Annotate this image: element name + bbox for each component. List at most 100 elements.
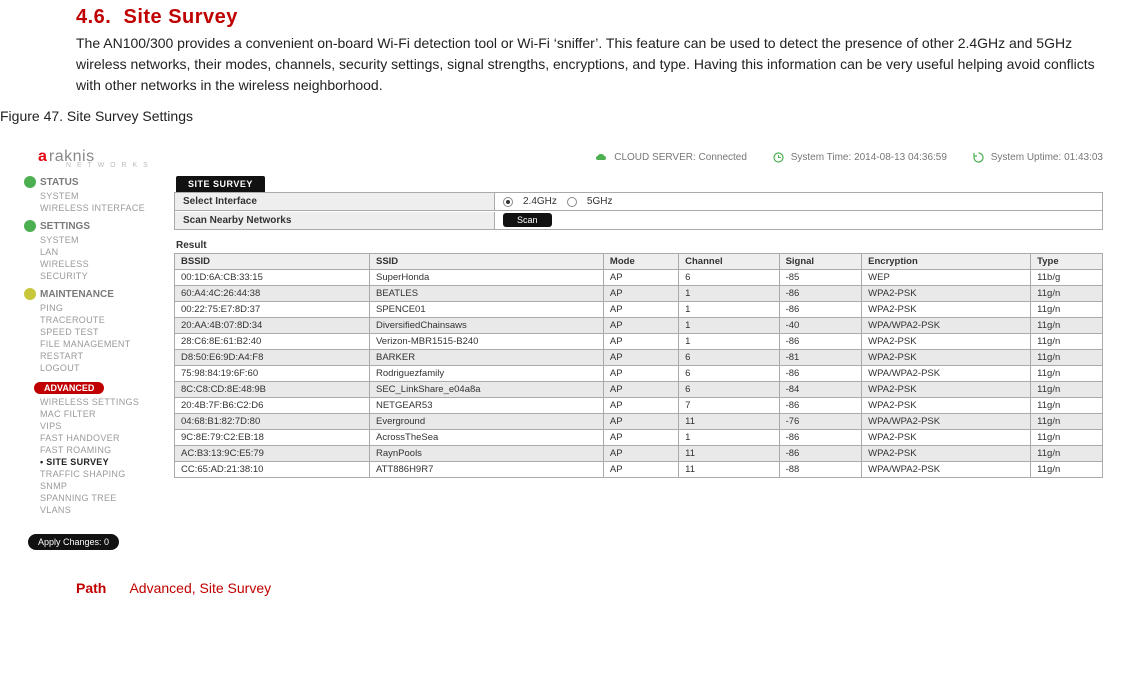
sidebar-item[interactable]: SPEED TEST [40, 326, 174, 338]
table-row: 00:22:75:E7:8D:37SPENCE01AP1-86WPA2-PSK1… [175, 302, 1103, 318]
select-interface-label: Select Interface [175, 193, 495, 210]
cell: AP [603, 446, 678, 462]
cell: NETGEAR53 [369, 398, 603, 414]
cell: WPA/WPA2-PSK [862, 318, 1031, 334]
cell: -81 [779, 350, 862, 366]
table-row: 75:98:84:19:6F:60RodriguezfamilyAP6-86WP… [175, 366, 1103, 382]
cell: 1 [679, 334, 779, 350]
scan-button[interactable]: Scan [503, 213, 552, 227]
cell: -86 [779, 334, 862, 350]
radio-5ghz[interactable] [567, 197, 577, 207]
cell: -86 [779, 302, 862, 318]
cell: 9C:8E:79:C2:EB:18 [175, 430, 370, 446]
cell: DiversifiedChainsaws [369, 318, 603, 334]
cell: 11g/n [1031, 382, 1103, 398]
table-row: 04:68:B1:82:7D:80EvergroundAP11-76WPA/WP… [175, 414, 1103, 430]
radio-24ghz-label: 2.4GHz [523, 196, 557, 207]
cell: 8C:C8:CD:8E:48:9B [175, 382, 370, 398]
sidebar-item[interactable]: SPANNING TREE [40, 492, 174, 504]
sidebar-item[interactable]: SITE SURVEY [40, 456, 174, 468]
cell: 11g/n [1031, 286, 1103, 302]
scan-label: Scan Nearby Networks [175, 212, 495, 229]
cell: -88 [779, 462, 862, 478]
cell: 6 [679, 270, 779, 286]
cell: 11g/n [1031, 398, 1103, 414]
cell: -40 [779, 318, 862, 334]
cell: ATT886H9R7 [369, 462, 603, 478]
cell: -85 [779, 270, 862, 286]
col-header: Encryption [862, 254, 1031, 270]
cell: 60:A4:4C:26:44:38 [175, 286, 370, 302]
main-panel: SITE SURVEY Select Interface 2.4GHz 5GHz… [174, 174, 1111, 550]
sidebar-item[interactable]: TRAFFIC SHAPING [40, 468, 174, 480]
cell: 6 [679, 382, 779, 398]
table-row: AC:B3:13:9C:E5:79RaynPoolsAP11-86WPA2-PS… [175, 446, 1103, 462]
cell: 20:AA:4B:07:8D:34 [175, 318, 370, 334]
sidebar-item[interactable]: TRACEROUTE [40, 314, 174, 326]
cell: AP [603, 334, 678, 350]
sidebar-item[interactable]: RESTART [40, 350, 174, 362]
cell: 28:C6:8E:61:B2:40 [175, 334, 370, 350]
cell: 11g/n [1031, 350, 1103, 366]
sidebar-head-advanced[interactable]: ADVANCED [34, 382, 104, 394]
sidebar-item[interactable]: WIRELESS INTERFACE [40, 202, 174, 214]
sidebar-item[interactable]: SECURITY [40, 270, 174, 282]
sidebar-item[interactable]: WIRELESS [40, 258, 174, 270]
cell: 6 [679, 366, 779, 382]
cell: AP [603, 318, 678, 334]
sidebar-item[interactable]: VIPS [40, 420, 174, 432]
sidebar-item[interactable]: LAN [40, 246, 174, 258]
col-header: Channel [679, 254, 779, 270]
sidebar-head-status[interactable]: STATUS [40, 177, 79, 188]
sidebar-item[interactable]: FAST HANDOVER [40, 432, 174, 444]
sidebar-head-maintenance[interactable]: MAINTENANCE [40, 289, 114, 300]
table-row: 20:AA:4B:07:8D:34DiversifiedChainsawsAP1… [175, 318, 1103, 334]
cell: 1 [679, 430, 779, 446]
section-number: 4.6. [76, 6, 111, 28]
col-header: Type [1031, 254, 1103, 270]
apply-changes-button[interactable]: Apply Changes: 0 [28, 534, 119, 550]
sidebar-item[interactable]: SNMP [40, 480, 174, 492]
cell: 11g/n [1031, 366, 1103, 382]
cell: Verizon-MBR1515-B240 [369, 334, 603, 350]
results-table: BSSIDSSIDModeChannelSignalEncryptionType… [174, 253, 1103, 478]
sidebar-item[interactable]: PING [40, 302, 174, 314]
clock-icon [773, 152, 784, 163]
cell: AP [603, 398, 678, 414]
cell: -84 [779, 382, 862, 398]
cell: -86 [779, 446, 862, 462]
cell: -86 [779, 286, 862, 302]
cell: WPA2-PSK [862, 398, 1031, 414]
status-dot-icon [24, 220, 36, 232]
sidebar-item[interactable]: FILE MANAGEMENT [40, 338, 174, 350]
sidebar-head-settings[interactable]: SETTINGS [40, 221, 90, 232]
table-row: 28:C6:8E:61:B2:40Verizon-MBR1515-B240AP1… [175, 334, 1103, 350]
sidebar-item[interactable]: SYSTEM [40, 234, 174, 246]
sidebar-item[interactable]: WIRELESS SETTINGS [40, 396, 174, 408]
cell: SuperHonda [369, 270, 603, 286]
cell: Everground [369, 414, 603, 430]
cell: AP [603, 366, 678, 382]
section-body: The AN100/300 provides a convenient on-b… [76, 33, 1111, 96]
cell: RaynPools [369, 446, 603, 462]
sidebar-item[interactable]: FAST ROAMING [40, 444, 174, 456]
sidebar-item[interactable]: SYSTEM [40, 190, 174, 202]
screenshot-frame: araknis N E T W O R K S CLOUD SERVER: Co… [24, 142, 1111, 550]
table-row: D8:50:E6:9D:A4:F8BARKERAP6-81WPA2-PSK11g… [175, 350, 1103, 366]
table-row: 20:4B:7F:B6:C2:D6NETGEAR53AP7-86WPA2-PSK… [175, 398, 1103, 414]
radio-24ghz[interactable] [503, 197, 513, 207]
cell: WPA2-PSK [862, 382, 1031, 398]
uptime-value: 01:43:03 [1064, 153, 1103, 164]
cloud-status: CLOUD SERVER: Connected [595, 152, 746, 163]
refresh-icon [973, 152, 984, 163]
system-time: System Time: 2014-08-13 04:36:59 [773, 152, 947, 163]
cell: -86 [779, 430, 862, 446]
sidebar-item[interactable]: LOGOUT [40, 362, 174, 374]
cell: AP [603, 430, 678, 446]
cloud-value: Connected [699, 152, 747, 163]
sidebar-item[interactable]: MAC FILTER [40, 408, 174, 420]
sidebar-item[interactable]: VLANS [40, 504, 174, 516]
systime-value: 2014-08-13 04:36:59 [854, 153, 947, 164]
cell: 11g/n [1031, 334, 1103, 350]
cell: BEATLES [369, 286, 603, 302]
